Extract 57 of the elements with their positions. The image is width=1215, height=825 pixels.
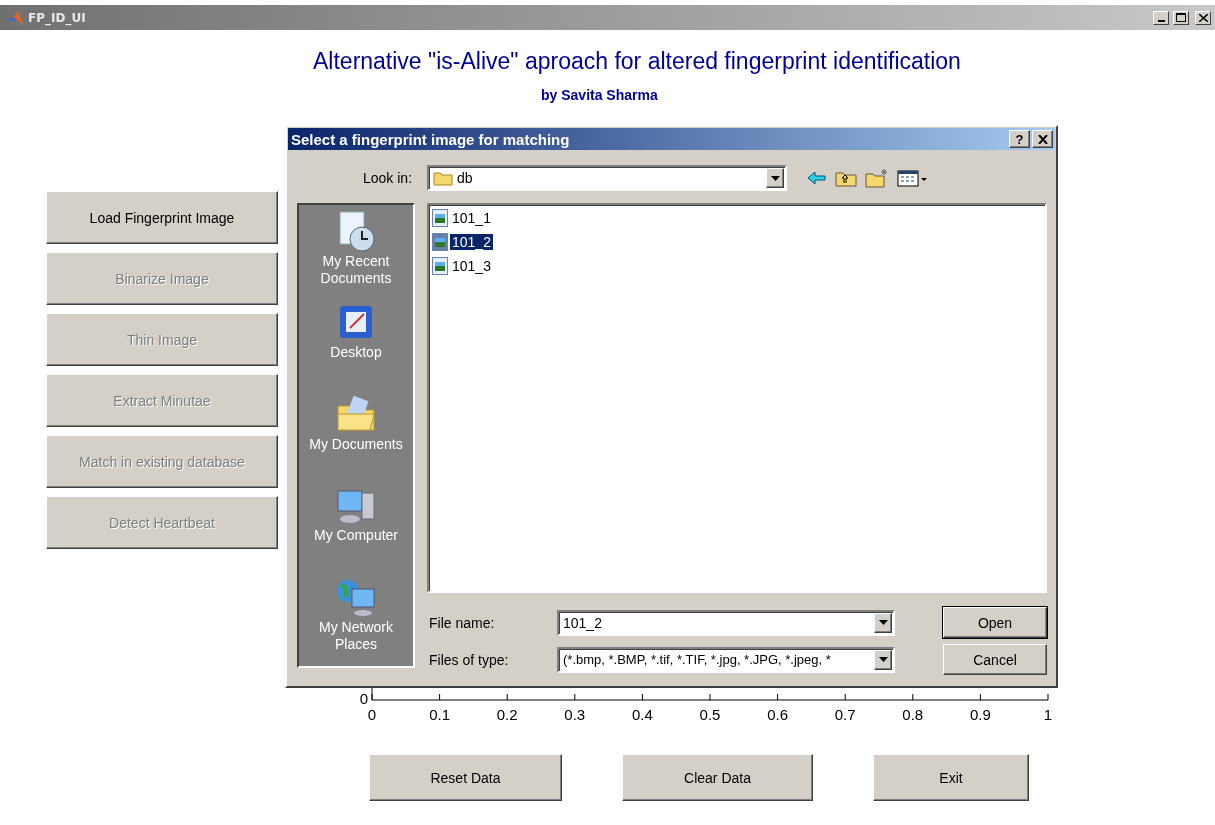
tick-label: 0.3 <box>564 706 586 723</box>
close-button[interactable] <box>1195 10 1211 25</box>
up-folder-icon[interactable] <box>835 169 857 187</box>
place-shortcut[interactable]: My Network Places <box>301 618 411 653</box>
action-button[interactable]: Reset Data <box>369 754 562 801</box>
close-icon <box>1037 134 1048 144</box>
tick-label: 0.7 <box>834 706 856 723</box>
tick-label: 0.6 <box>767 706 789 723</box>
tick-label: 0 <box>367 706 377 723</box>
tick-label: 0.4 <box>631 706 653 723</box>
view-menu-icon[interactable] <box>897 169 929 187</box>
place-shortcut[interactable]: My Recent Documents <box>301 253 411 287</box>
help-button[interactable]: ? <box>1009 130 1030 148</box>
image-file-icon <box>432 208 448 227</box>
close-icon <box>1198 13 1208 22</box>
back-arrow-icon[interactable] <box>807 170 827 186</box>
tick-label: 0.8 <box>902 706 924 723</box>
new-folder-icon[interactable] <box>865 168 889 188</box>
dialog-title: Select a fingerprint image for matching <box>291 130 571 148</box>
maximize-button[interactable] <box>1173 10 1189 25</box>
tick-label: 0.2 <box>496 706 518 723</box>
look-in-dropdown[interactable]: db <box>427 165 787 191</box>
close-button[interactable] <box>1032 130 1053 148</box>
tick-label: 1 <box>1043 706 1053 723</box>
window-title: FP_ID_UI <box>28 10 87 25</box>
file-item[interactable]: 101_2 <box>450 233 493 250</box>
open-button[interactable]: Open <box>943 607 1047 638</box>
place-shortcut[interactable]: My Computer <box>301 527 411 545</box>
file-type-dropdown[interactable]: (*.bmp, *.BMP, *.tif, *.TIF, *.jpg, *.JPG, *.jpeg, * <box>557 646 895 673</box>
file-item[interactable]: 101_3 <box>450 257 493 274</box>
file-type-label: Files of type: <box>428 651 510 668</box>
action-button[interactable]: Exit <box>873 754 1029 801</box>
folder-icon <box>433 170 453 186</box>
author-byline: by Savita Sharma <box>541 87 658 103</box>
tick-label: 0.5 <box>699 706 721 723</box>
maximize-icon <box>1176 13 1186 22</box>
dropdown-arrow-icon <box>770 175 780 181</box>
dropdown-arrow-icon <box>878 620 888 625</box>
cancel-button[interactable]: Cancel <box>943 644 1047 675</box>
look-in-label: Look in: <box>363 170 414 186</box>
minimize-button[interactable] <box>1153 10 1169 25</box>
page-title: Alternative "is-Alive" aproach for altered fingerprint identification <box>313 48 961 75</box>
tick-label: 0.1 <box>429 706 451 723</box>
minimize-icon <box>1157 19 1165 22</box>
file-item[interactable]: 101_1 <box>450 209 493 226</box>
tick-label: 0 <box>359 690 368 707</box>
place-shortcut[interactable]: Desktop <box>301 344 411 362</box>
dropdown-arrow-icon <box>878 657 888 662</box>
image-file-icon <box>432 256 448 275</box>
file-name-field[interactable]: 101_2 <box>557 609 895 636</box>
file-name-label: File name: <box>428 614 496 631</box>
image-file-icon <box>432 232 448 251</box>
app-logo-icon <box>6 9 24 26</box>
place-shortcut[interactable]: My Documents <box>301 435 411 453</box>
action-button[interactable]: Clear Data <box>622 754 813 801</box>
action-button[interactable]: Load Fingerprint Image <box>46 191 278 244</box>
tick-label: 0.9 <box>969 706 991 723</box>
